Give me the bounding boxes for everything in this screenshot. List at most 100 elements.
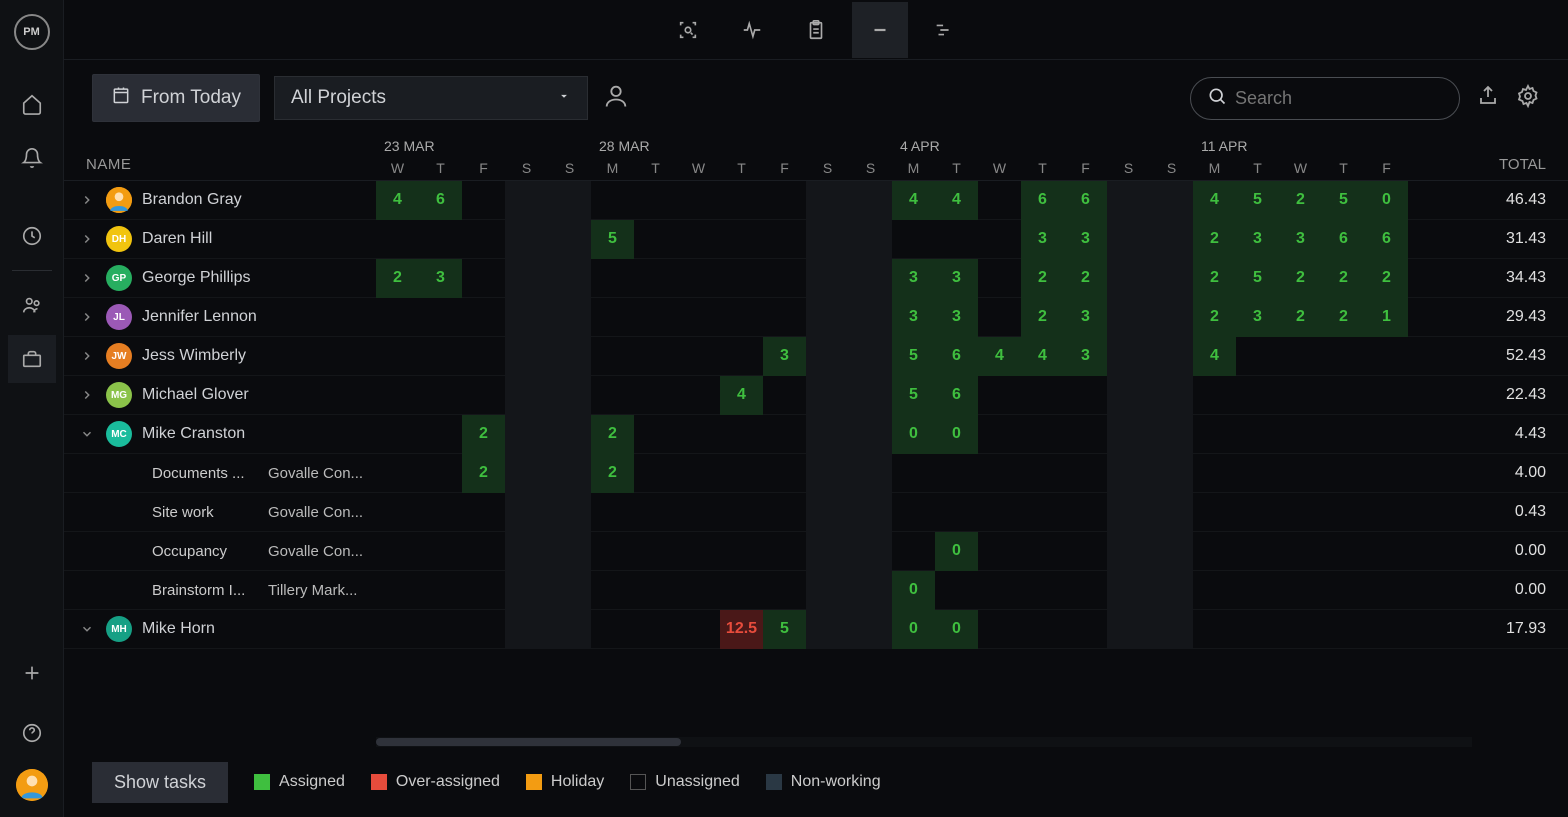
workload-cell[interactable] — [1365, 571, 1408, 610]
workload-cell[interactable] — [935, 220, 978, 259]
workload-cell[interactable] — [376, 493, 419, 532]
workload-cell[interactable] — [419, 454, 462, 493]
workload-cell[interactable] — [978, 415, 1021, 454]
workload-cell[interactable]: 2 — [1279, 298, 1322, 337]
chevron-down-icon[interactable] — [78, 427, 96, 441]
workload-cell[interactable] — [806, 181, 849, 220]
workload-cell[interactable] — [548, 532, 591, 571]
workload-cell[interactable] — [849, 259, 892, 298]
workload-cell[interactable] — [548, 220, 591, 259]
workload-cell[interactable] — [1021, 610, 1064, 649]
workload-cell[interactable]: 0 — [935, 610, 978, 649]
workload-cell[interactable]: 3 — [419, 259, 462, 298]
person-name[interactable]: Jess Wimberly — [142, 347, 246, 365]
person-name[interactable]: Michael Glover — [142, 386, 249, 404]
task-name[interactable]: Brainstorm I... — [152, 582, 262, 599]
workload-cell[interactable] — [677, 220, 720, 259]
workload-cell[interactable] — [763, 571, 806, 610]
workload-cell[interactable] — [1322, 454, 1365, 493]
workload-cell[interactable]: 3 — [935, 259, 978, 298]
workload-cell[interactable] — [849, 493, 892, 532]
workload-cell[interactable]: 3 — [1064, 220, 1107, 259]
chevron-right-icon[interactable] — [78, 388, 96, 402]
workload-cell[interactable] — [1279, 532, 1322, 571]
workload-cell[interactable]: 3 — [1064, 298, 1107, 337]
workload-cell[interactable] — [978, 532, 1021, 571]
workload-cell[interactable] — [1279, 337, 1322, 376]
workload-cell[interactable] — [1150, 532, 1193, 571]
chevron-right-icon[interactable] — [78, 232, 96, 246]
workload-cell[interactable] — [505, 298, 548, 337]
workload-cell[interactable] — [849, 181, 892, 220]
search-box[interactable] — [1190, 77, 1460, 120]
gantt-view-icon[interactable] — [916, 2, 972, 58]
workload-cell[interactable] — [1193, 415, 1236, 454]
workload-cell[interactable]: 2 — [462, 415, 505, 454]
workload-cell[interactable] — [1322, 571, 1365, 610]
workload-cell[interactable] — [978, 493, 1021, 532]
workload-cell[interactable]: 1 — [1365, 298, 1408, 337]
workload-cell[interactable] — [892, 220, 935, 259]
workload-cell[interactable]: 6 — [935, 376, 978, 415]
activity-view-icon[interactable] — [724, 2, 780, 58]
workload-cell[interactable] — [419, 298, 462, 337]
workload-cell[interactable] — [419, 415, 462, 454]
person-name[interactable]: Mike Cranston — [142, 425, 245, 443]
workload-cell[interactable] — [1021, 454, 1064, 493]
workload-cell[interactable] — [548, 493, 591, 532]
workload-cell[interactable] — [720, 493, 763, 532]
workload-cell[interactable] — [806, 220, 849, 259]
workload-cell[interactable]: 6 — [1365, 220, 1408, 259]
workload-cell[interactable] — [1107, 337, 1150, 376]
workload-cell[interactable] — [505, 220, 548, 259]
workload-cell[interactable] — [634, 259, 677, 298]
workload-cell[interactable] — [1365, 337, 1408, 376]
workload-cell[interactable] — [591, 610, 634, 649]
workload-cell[interactable] — [634, 337, 677, 376]
workload-cell[interactable] — [1150, 220, 1193, 259]
workload-cell[interactable]: 3 — [935, 298, 978, 337]
workload-cell[interactable]: 2 — [1279, 259, 1322, 298]
workload-cell[interactable]: 6 — [1064, 181, 1107, 220]
people-icon[interactable] — [8, 281, 56, 329]
workload-cell[interactable] — [1236, 571, 1279, 610]
workload-cell[interactable] — [1365, 415, 1408, 454]
workload-cell[interactable] — [548, 610, 591, 649]
workload-cell[interactable] — [462, 259, 505, 298]
workload-cell[interactable] — [1193, 493, 1236, 532]
workload-cell[interactable] — [376, 376, 419, 415]
workload-cell[interactable] — [634, 493, 677, 532]
projects-dropdown[interactable]: All Projects — [274, 76, 588, 120]
workload-cell[interactable] — [677, 454, 720, 493]
workload-cell[interactable] — [376, 454, 419, 493]
workload-cell[interactable] — [419, 493, 462, 532]
workload-cell[interactable] — [1107, 415, 1150, 454]
workload-cell[interactable] — [1365, 376, 1408, 415]
workload-cell[interactable] — [1279, 376, 1322, 415]
workload-cell[interactable] — [505, 181, 548, 220]
workload-cell[interactable] — [1021, 493, 1064, 532]
workload-cell[interactable] — [1365, 610, 1408, 649]
workload-cell[interactable] — [1021, 376, 1064, 415]
chevron-right-icon[interactable] — [78, 193, 96, 207]
workload-cell[interactable] — [1322, 493, 1365, 532]
workload-cell[interactable] — [978, 376, 1021, 415]
workload-cell[interactable] — [1322, 415, 1365, 454]
workload-cell[interactable] — [849, 571, 892, 610]
workload-cell[interactable] — [505, 571, 548, 610]
workload-cell[interactable] — [1107, 454, 1150, 493]
workload-cell[interactable] — [419, 376, 462, 415]
workload-cell[interactable] — [720, 259, 763, 298]
workload-cell[interactable] — [376, 610, 419, 649]
workload-cell[interactable] — [1193, 454, 1236, 493]
workload-cell[interactable] — [720, 337, 763, 376]
workload-cell[interactable]: 0 — [892, 415, 935, 454]
workload-cell[interactable]: 5 — [1236, 181, 1279, 220]
workload-cell[interactable] — [548, 571, 591, 610]
workload-cell[interactable]: 6 — [419, 181, 462, 220]
workload-cell[interactable] — [548, 259, 591, 298]
workload-cell[interactable] — [462, 610, 505, 649]
workload-cell[interactable] — [462, 298, 505, 337]
workload-cell[interactable] — [806, 298, 849, 337]
workload-cell[interactable] — [1021, 415, 1064, 454]
